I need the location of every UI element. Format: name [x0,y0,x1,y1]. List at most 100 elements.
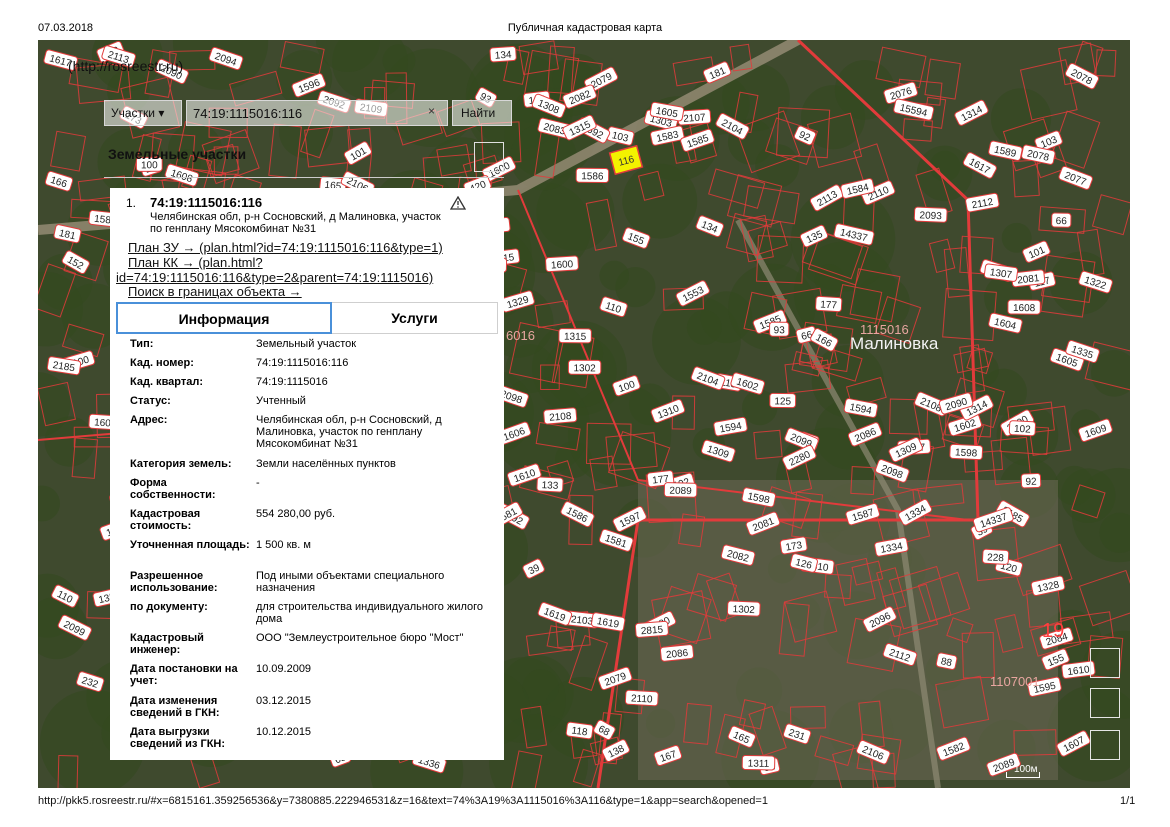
warning-icon[interactable] [450,196,466,210]
parcel-tag[interactable]: 1619 [591,612,626,632]
plan-kk-link[interactable]: План КК → (plan.html? [128,255,263,270]
parcel-number: 2107 [683,112,706,125]
parcel-number: 2077 [1063,170,1088,188]
parcel-tag[interactable]: 1307 [983,263,1019,282]
parcel-tag[interactable]: 177 [815,295,843,313]
parcel-number: 1315 [564,332,587,343]
vegetation-patch [172,40,269,90]
parcel-outline [708,168,766,209]
parcel-number: 133 [541,480,559,492]
parcel-tag[interactable]: 2089 [663,482,698,498]
parcel-tag[interactable]: 1619 [537,602,573,626]
parcel-tag[interactable]: 1594 [713,416,748,437]
parcel-tag[interactable]: 134 [695,215,724,238]
parcel-tag[interactable]: 101 [343,141,372,166]
vegetation-patch [382,44,416,77]
scale-bar [1006,772,1040,778]
parcel-tag[interactable]: 2086 [659,644,695,662]
parcel-number: 1598 [955,447,978,459]
map-layers-button[interactable] [1090,648,1120,678]
parcel-number: 2086 [666,648,690,661]
tab-services[interactable]: Услуги [332,302,498,334]
attr-key: Категория земель: [130,458,232,470]
parcel-tag[interactable]: 92 [1020,472,1042,489]
parcel-tag[interactable]: 2093 [913,206,948,223]
parcel-outline [1095,49,1117,77]
parcel-tag[interactable]: 2112 [965,192,1000,213]
parcel-tag[interactable]: 1311 [741,754,776,771]
parcel-tag[interactable]: 1586 [560,501,595,528]
parcel-tag[interactable]: 118 [565,721,594,740]
search-in-bounds-link[interactable]: Поиск в границах объекта → [128,284,302,299]
attr-value: 554 280,00 руб. [256,508,336,520]
parcel-tag[interactable]: 1314 [954,99,989,126]
attr-value: 74:19:1115016 [256,376,328,388]
zoom-in-button[interactable] [1090,688,1120,718]
parcel-tag[interactable]: 134 [489,46,517,63]
vegetation-patch [622,163,698,239]
parcel-number: 2185 [52,360,76,374]
quarter-label: 1107001 [990,674,1040,689]
search-input[interactable] [186,100,448,126]
attr-key: Дата выгрузки сведений из ГКН: [130,726,226,750]
parcel-tag[interactable]: 228 [981,548,1010,565]
attr-value: Земли населённых пунктов [256,458,396,470]
parcel-number: 93 [774,325,786,336]
parcel-number: 1608 [1013,303,1036,314]
parcel-tag[interactable]: 15594 [893,98,935,121]
highlighted-parcel[interactable]: 116 [608,144,644,176]
parcel-tag[interactable]: 1608 [1007,299,1041,315]
attr-value: 03.12.2015 [256,695,312,707]
parcel-outline [1091,194,1130,236]
parcel-outline [902,118,934,142]
parcel-tag[interactable]: 102 [1008,420,1036,437]
parcel-tag[interactable]: 1600 [545,255,579,273]
attr-key: Кадастровая стоимость: [130,508,201,532]
parcel-tag[interactable]: 1602 [730,372,765,395]
print-title: Публичная кадастровая карта [507,22,663,34]
parcel-tag[interactable]: 125 [769,392,797,409]
rosreestr-link[interactable]: (http://rosreestr.ru) [68,58,183,74]
parcel-tag[interactable]: 1302 [726,600,761,617]
parcel-number: 125 [774,396,791,407]
plan-kk-link-cont[interactable]: id=74:19:1115016:116&type=2&parent=74:19… [116,270,433,285]
parcel-tag[interactable]: 2815 [634,620,669,638]
attr-key: Тип: [130,338,154,350]
divider [104,177,504,178]
search-button[interactable]: Найти [452,100,512,126]
parcel-tag[interactable]: 2108 [543,407,578,425]
search-bar: Участки ▾ × Найти [104,98,524,128]
plan-zu-link[interactable]: План ЗУ → (plan.html?id=74:19:1115016:11… [128,240,443,255]
attr-value: ООО "Землеустроительное бюро "Мост" [256,632,464,644]
attr-value: Учтенный [256,395,306,407]
parcel-number: 102 [1014,424,1032,436]
attr-key: Статус: [130,395,171,407]
print-header: 07.03.2018 Публичная кадастровая карта [0,0,1170,40]
search-type-select[interactable]: Участки ▾ [104,100,182,126]
vegetation-patch [38,485,61,522]
attr-key: Дата постановки на учет: [130,663,238,687]
clear-icon[interactable]: × [428,104,435,118]
parcel-tag[interactable]: 1586 [575,167,610,184]
zoom-out-button[interactable] [1090,730,1120,760]
parcel-tag[interactable]: 2110 [624,689,659,707]
attr-value: Под иными объектами специального назначе… [256,570,445,594]
place-name: Малиновка [850,334,939,353]
parcel-tag[interactable]: 66 [1051,212,1072,228]
tab-information[interactable]: Информация [116,302,332,334]
parcel-number: 1586 [581,171,604,182]
parcel-number: 1302 [573,363,596,374]
print-page-number: 1/1 [1120,795,1136,807]
parcel-number: 2108 [549,411,573,424]
parcel-tag[interactable]: 2077 [1058,165,1093,191]
parcel-tag[interactable]: 1302 [567,359,602,375]
parcel-tag[interactable]: 1315 [558,328,592,344]
parcel-tag[interactable]: 166 [44,170,74,192]
result-cad-number[interactable]: 74:19:1115016:116 [150,195,262,210]
parcel-tag[interactable]: 1598 [949,443,984,461]
parcel-tag[interactable]: 133 [536,476,564,493]
parcel-tag[interactable]: 93 [769,321,790,337]
attr-value: - [256,477,260,489]
parcel-number: 66 [1056,216,1068,227]
collapse-button[interactable] [474,142,504,172]
